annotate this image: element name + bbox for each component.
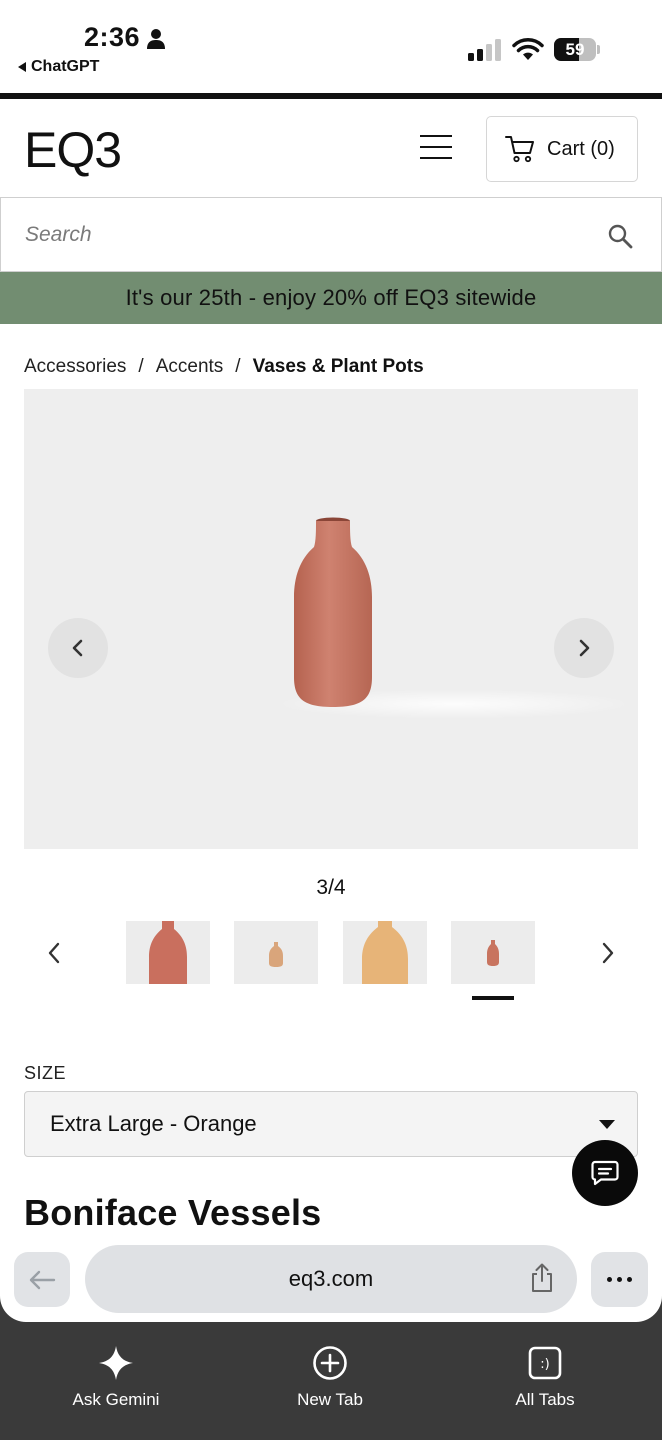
- svg-text::): :): [540, 1357, 549, 1372]
- product-image-gallery[interactable]: [24, 389, 638, 849]
- browser-back-button[interactable]: [14, 1252, 70, 1307]
- site-header: EQ3 Cart (0): [0, 99, 662, 197]
- ask-gemini-button[interactable]: Ask Gemini: [51, 1345, 181, 1410]
- thumbnail-3[interactable]: [343, 921, 427, 984]
- arrow-left-icon: [29, 1270, 56, 1289]
- new-tab-button[interactable]: New Tab: [265, 1345, 395, 1410]
- breadcrumb-separator: /: [235, 356, 241, 377]
- image-counter: 3/4: [316, 876, 346, 899]
- thumbnail-1[interactable]: [126, 921, 210, 984]
- status-time: 2:36: [84, 22, 141, 52]
- url-bar[interactable]: eq3.com: [85, 1245, 577, 1313]
- size-selected-value: Extra Large - Orange: [50, 1111, 257, 1136]
- all-tabs-button[interactable]: :) All Tabs: [480, 1345, 610, 1410]
- breadcrumb-item-accents[interactable]: Accents: [156, 356, 224, 378]
- new-tab-label: New Tab: [297, 1390, 363, 1409]
- share-icon[interactable]: [529, 1263, 555, 1293]
- size-label: SIZE: [24, 1063, 67, 1083]
- shopping-cart-icon: [505, 136, 534, 163]
- product-title: Boniface Vessels: [24, 1192, 322, 1233]
- thumbnail-2[interactable]: [234, 921, 318, 984]
- battery-percent: 59: [565, 40, 585, 59]
- ask-gemini-label: Ask Gemini: [72, 1390, 160, 1409]
- product-image-vase: [294, 517, 372, 707]
- vase-thumb-image: [269, 942, 283, 967]
- battery-icon: 59: [554, 38, 600, 61]
- caret-down-icon: [599, 1120, 615, 1129]
- size-select[interactable]: Extra Large - Orange: [24, 1091, 638, 1157]
- url-text: eq3.com: [288, 1266, 374, 1291]
- chat-button[interactable]: [572, 1140, 638, 1206]
- chevron-left-icon: [72, 639, 83, 657]
- back-triangle-icon: [18, 62, 26, 72]
- sparkle-icon: [99, 1346, 133, 1380]
- thumbnail-4[interactable]: [451, 921, 535, 984]
- cart-label: Cart (0): [547, 137, 615, 160]
- breadcrumb-item-accessories[interactable]: Accessories: [24, 356, 126, 378]
- cart-button[interactable]: Cart (0): [486, 116, 638, 182]
- back-app-label: ChatGPT: [31, 58, 100, 75]
- person-icon: [147, 29, 165, 49]
- browser-address-bar: eq3.com: [0, 1230, 662, 1322]
- promo-text: It's our 25th - enjoy 20% off EQ3 sitewi…: [125, 285, 537, 310]
- status-bar: 2:36 ChatGPT 59: [0, 0, 662, 92]
- wifi-icon: [512, 38, 544, 60]
- vase-thumb-image: [362, 921, 408, 984]
- selected-thumb-indicator: [472, 996, 514, 1000]
- vase-thumb-image: [487, 940, 499, 966]
- site-logo[interactable]: EQ3: [24, 121, 122, 179]
- breadcrumb-item-current: Vases & Plant Pots: [252, 356, 424, 377]
- thumb-next-chevron-icon[interactable]: [598, 940, 618, 966]
- gallery-next-button[interactable]: [554, 618, 614, 678]
- promo-banner[interactable]: It's our 25th - enjoy 20% off EQ3 sitewi…: [0, 272, 662, 324]
- hamburger-menu-icon[interactable]: [420, 135, 452, 161]
- breadcrumb-separator: /: [138, 356, 144, 377]
- back-to-app-link[interactable]: ChatGPT: [18, 58, 99, 76]
- thumb-prev-chevron-icon[interactable]: [44, 940, 64, 966]
- plus-circle-icon: [313, 1346, 347, 1380]
- chevron-right-icon: [579, 639, 590, 657]
- gallery-prev-button[interactable]: [48, 618, 108, 678]
- breadcrumb: Accessories / Accents / Vases & Plant Po…: [24, 356, 424, 378]
- cellular-signal-icon: [468, 39, 501, 61]
- vase-thumb-image: [149, 921, 187, 984]
- chat-icon: [591, 1160, 619, 1186]
- search-icon[interactable]: [607, 223, 633, 249]
- all-tabs-label: All Tabs: [515, 1390, 575, 1409]
- search-bar: [0, 197, 662, 272]
- tabs-icon: :): [528, 1346, 562, 1380]
- more-options-button[interactable]: [591, 1252, 648, 1307]
- search-input[interactable]: [25, 222, 565, 247]
